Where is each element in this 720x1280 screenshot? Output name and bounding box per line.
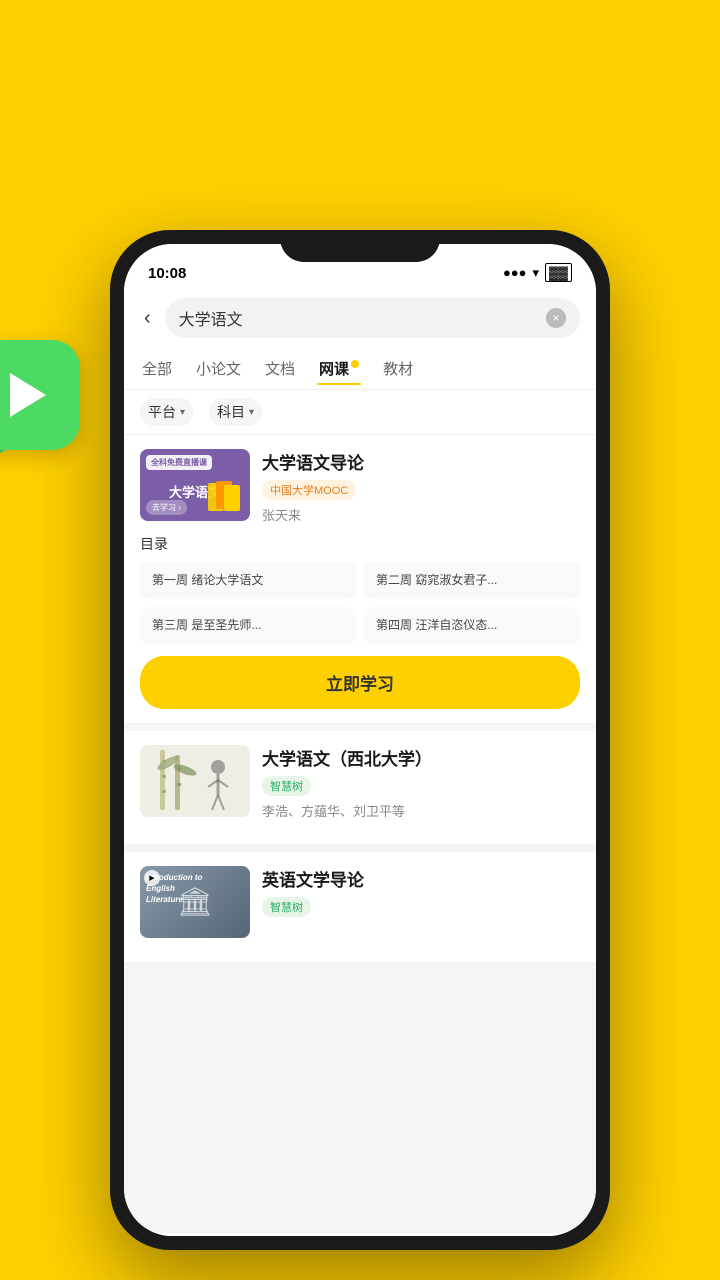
catalog-item-2[interactable]: 第二周 窈窕淑女君子... (364, 562, 580, 599)
results-list: 全科免费直播课 大学语文 去学习 › (124, 435, 596, 1233)
course-info-1: 大学语文导论 中国大学MOOC 张天来 (262, 449, 580, 524)
tab-badge (351, 360, 359, 368)
tab-docs[interactable]: 文档 (263, 354, 297, 383)
search-input-box[interactable]: 大学语文 × (165, 298, 580, 338)
search-bar-row: ‹ 大学语文 × (124, 288, 596, 348)
thumb-badge-1: 全科免费直播课 (146, 455, 212, 470)
catalog-item-4[interactable]: 第四周 汪洋自恣仪态... (364, 607, 580, 644)
back-button[interactable]: ‹ (140, 303, 155, 334)
phone-mockup: 10:08 ●●● ▾ ▓▓ ‹ 大学语文 × (110, 230, 610, 1250)
subject-chevron-icon: ▾ (249, 407, 254, 418)
battery-icon: ▓▓ (545, 263, 572, 282)
screen-content: ‹ 大学语文 × 全部 小论文 文档 网课 教材 (124, 288, 596, 1236)
status-time: 10:08 (148, 265, 186, 282)
course-platform-2: 智慧树 (262, 776, 311, 796)
sub-filter-row: 平台 ▾ 科目 ▾ (124, 390, 596, 435)
course-info-2: 大学语文（西北大学） 智慧树 李浩、方蕴华、刘卫平等 (262, 745, 580, 820)
course-name-3: 英语文学导论 (262, 866, 580, 891)
search-query-text: 大学语文 (179, 306, 538, 330)
tab-textbook[interactable]: 教材 (381, 354, 415, 383)
catalog-label: 目录 (140, 534, 580, 554)
wifi-icon: ▾ (533, 265, 540, 281)
thumb-learn-btn: 去学习 › (146, 500, 187, 515)
subject-label: 科目 (217, 402, 245, 422)
filter-tabs: 全部 小论文 文档 网课 教材 (124, 348, 596, 390)
tab-essay[interactable]: 小论文 (194, 354, 243, 383)
catalog-item-3[interactable]: 第三周 是至圣先师... (140, 607, 356, 644)
course-platform-3: 智慧树 (262, 897, 311, 917)
book-icon (206, 479, 246, 517)
course-thumbnail-2 (140, 745, 250, 817)
platform-label: 平台 (148, 402, 176, 422)
bamboo-art (140, 745, 250, 817)
subject-filter-button[interactable]: 科目 ▾ (209, 398, 262, 426)
study-now-button[interactable]: 立即学习 (140, 656, 580, 709)
course-teacher-2: 李浩、方蕴华、刘卫平等 (262, 801, 580, 820)
course-card-3: 🏛 Introduction toEnglishLiterature ▶ 英语文… (124, 852, 596, 962)
phone-screen: 10:08 ●●● ▾ ▓▓ ‹ 大学语文 × (124, 244, 596, 1236)
course-platform-1: 中国大学MOOC (262, 480, 356, 500)
course-thumbnail-1: 全科免费直播课 大学语文 去学习 › (140, 449, 250, 521)
play-logo-icon (0, 340, 80, 450)
tab-all[interactable]: 全部 (140, 354, 174, 383)
clear-search-button[interactable]: × (546, 308, 566, 328)
course-info-3: 英语文学导论 智慧树 (262, 866, 580, 938)
course-top-2: 大学语文（西北大学） 智慧树 李浩、方蕴华、刘卫平等 (140, 745, 580, 820)
course-card-2: 大学语文（西北大学） 智慧树 李浩、方蕴华、刘卫平等 (124, 731, 596, 844)
course-card-1: 全科免费直播课 大学语文 去学习 › (124, 435, 596, 723)
phone-notch (280, 230, 440, 262)
phone-frame: 10:08 ●●● ▾ ▓▓ ‹ 大学语文 × (110, 230, 610, 1250)
course-name-2: 大学语文（西北大学） (262, 745, 580, 770)
catalog-item-1[interactable]: 第一周 绪论大学语文 (140, 562, 356, 599)
status-icons: ●●● ▾ ▓▓ (503, 263, 572, 282)
play-icon-small: ▶ (144, 870, 160, 886)
tab-courses[interactable]: 网课 (317, 354, 361, 383)
platform-chevron-icon: ▾ (180, 407, 185, 418)
course-name-1: 大学语文导论 (262, 449, 580, 474)
catalog-grid: 第一周 绪论大学语文 第二周 窈窕淑女君子... 第三周 是至圣先师... 第四… (140, 562, 580, 644)
course-thumbnail-3: 🏛 Introduction toEnglishLiterature ▶ (140, 866, 250, 938)
course-top-3: 🏛 Introduction toEnglishLiterature ▶ 英语文… (140, 866, 580, 938)
signal-icon: ●●● (503, 265, 527, 280)
platform-filter-button[interactable]: 平台 ▾ (140, 398, 193, 426)
course-teacher-1: 张天来 (262, 505, 580, 524)
course-top-1: 全科免费直播课 大学语文 去学习 › (140, 449, 580, 524)
